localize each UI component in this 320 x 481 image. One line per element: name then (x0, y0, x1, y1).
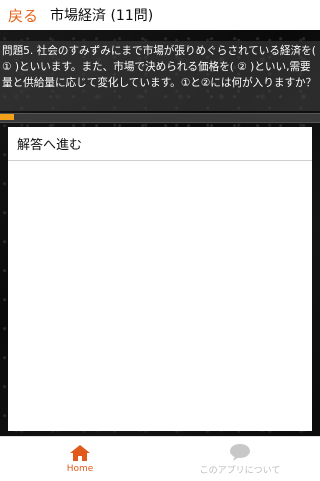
proceed-to-answer-label: 解答へ進む (17, 138, 83, 153)
page-title: 市場経済 (11問) (50, 8, 154, 24)
proceed-to-answer-button[interactable]: 解答へ進む (8, 127, 312, 161)
top-bar: 戻る 市場経済 (11問) (0, 0, 320, 31)
progress-track (0, 113, 320, 123)
nav-about-label: このアプリについて (199, 465, 281, 476)
nav-home-label: Home (66, 464, 94, 474)
question-text: 問題5. 社会のすみずみにまで市場が張りめぐらされている経済を( ① )といいま… (2, 45, 317, 89)
bottom-nav: Home このアプリについて (0, 436, 320, 481)
back-button[interactable]: 戻る (8, 5, 38, 26)
home-icon (70, 445, 90, 461)
progress-fill (0, 114, 14, 120)
speech-bubble-icon (230, 443, 250, 461)
answer-card (8, 127, 312, 431)
nav-item-home[interactable]: Home (0, 437, 160, 481)
nav-item-about[interactable]: このアプリについて (160, 437, 320, 481)
